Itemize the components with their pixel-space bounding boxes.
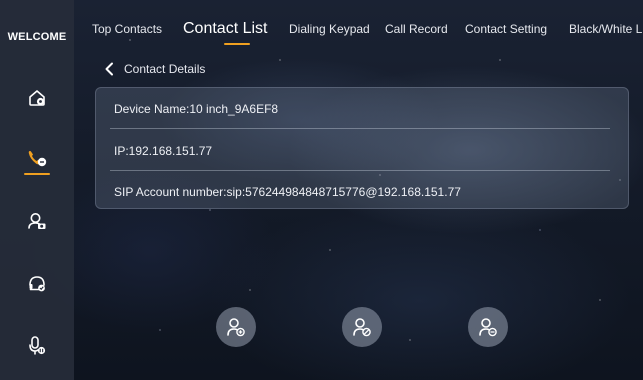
tab-black-white-list[interactable]: Black/White L (569, 22, 642, 36)
top-tab-bar: Top Contacts Contact List Dialing Keypad… (74, 0, 643, 60)
back-button[interactable]: Contact Details (104, 60, 205, 78)
tab-contact-list[interactable]: Contact List (183, 20, 267, 38)
tab-top-contacts[interactable]: Top Contacts (92, 22, 162, 36)
contact-details-card: Device Name:10 inch_9A6EF8 IP:192.168.15… (95, 87, 629, 209)
block-contact-icon (353, 318, 371, 337)
chevron-left-icon (105, 62, 113, 76)
sidebar-item-service[interactable] (0, 263, 74, 303)
add-contact-button[interactable] (216, 307, 256, 347)
device-name-value: Device Name:10 inch_9A6EF8 (114, 102, 279, 116)
mic-icon (29, 336, 46, 355)
brand-label: WELCOME (7, 31, 67, 43)
add-contact-icon (227, 318, 245, 337)
row-divider (110, 170, 610, 171)
headset-icon (29, 276, 45, 292)
sidebar-active-indicator (24, 173, 50, 175)
tab-contact-setting[interactable]: Contact Setting (465, 22, 547, 36)
page-title: Contact Details (124, 62, 206, 76)
screen: WELCOME Top Contacts Contact List Dialin… (0, 0, 643, 380)
block-contact-button[interactable] (342, 307, 382, 347)
sidebar: WELCOME (0, 0, 74, 380)
sidebar-item-intercom[interactable] (0, 326, 74, 366)
sidebar-item-monitor[interactable] (0, 201, 74, 241)
tab-call-record[interactable]: Call Record (385, 22, 448, 36)
user-camera-icon (28, 213, 46, 229)
home-icon (29, 90, 45, 106)
sidebar-item-home[interactable] (0, 78, 74, 118)
tab-dialing-keypad[interactable]: Dialing Keypad (289, 22, 370, 36)
phone-icon (28, 151, 47, 167)
tab-active-indicator (224, 43, 250, 45)
row-divider (110, 128, 610, 129)
remove-contact-icon (479, 318, 497, 337)
sip-account-value: SIP Account number:sip:5762449848487157​… (114, 185, 461, 199)
ip-value: IP:192.168.151.77 (114, 144, 213, 158)
remove-contact-button[interactable] (468, 307, 508, 347)
sidebar-item-contacts[interactable] (0, 138, 74, 178)
